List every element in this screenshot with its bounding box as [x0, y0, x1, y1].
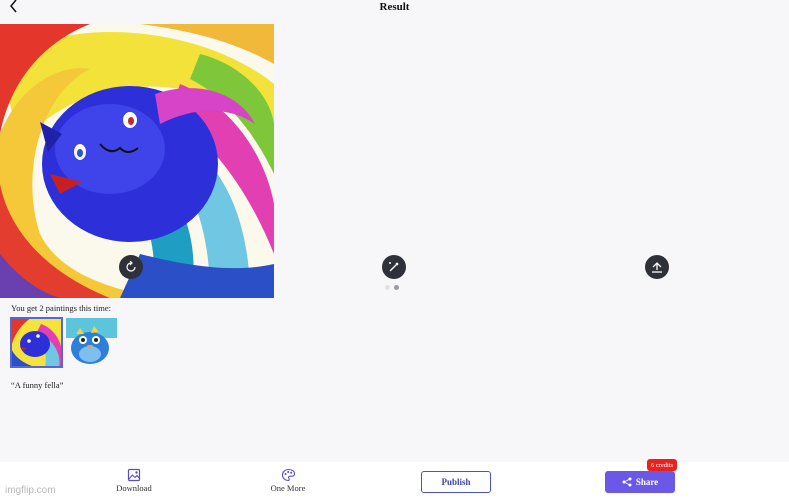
credits-badge: 6 credits — [647, 459, 678, 471]
download-label: Download — [116, 483, 152, 493]
refresh-icon — [126, 260, 136, 272]
header: Result — [0, 0, 789, 18]
share-icon — [622, 477, 632, 487]
watermark: imgflip.com — [5, 485, 56, 496]
publish-button[interactable]: Publish — [421, 471, 491, 493]
edit-button[interactable] — [382, 255, 406, 279]
upload-icon — [652, 262, 662, 273]
share-button[interactable]: Share — [605, 471, 675, 493]
carousel-indicator — [385, 285, 399, 290]
magic-wand-icon — [389, 262, 399, 272]
share-label: Share — [635, 477, 659, 487]
image-icon — [127, 468, 141, 482]
upload-button[interactable] — [645, 255, 669, 279]
download-button[interactable]: Download — [104, 468, 164, 493]
one-more-label: One More — [270, 483, 306, 493]
page-title: Result — [379, 1, 410, 13]
bottom-toolbar: Download One More Publish Share 6 credit… — [0, 459, 789, 500]
carousel-dot-active[interactable] — [394, 285, 399, 290]
one-more-button[interactable]: One More — [258, 468, 318, 493]
regenerate-button[interactable] — [119, 255, 143, 279]
palette-icon — [281, 468, 295, 482]
carousel-dot[interactable] — [385, 285, 390, 290]
thumbnail-painting-2[interactable] — [66, 318, 117, 367]
paintings-count-text: You get 2 paintings this time: — [11, 303, 111, 313]
prompt-text: “A funny fella” — [11, 380, 64, 390]
thumbnail-painting-1[interactable] — [10, 317, 63, 368]
result-painting — [0, 24, 274, 298]
